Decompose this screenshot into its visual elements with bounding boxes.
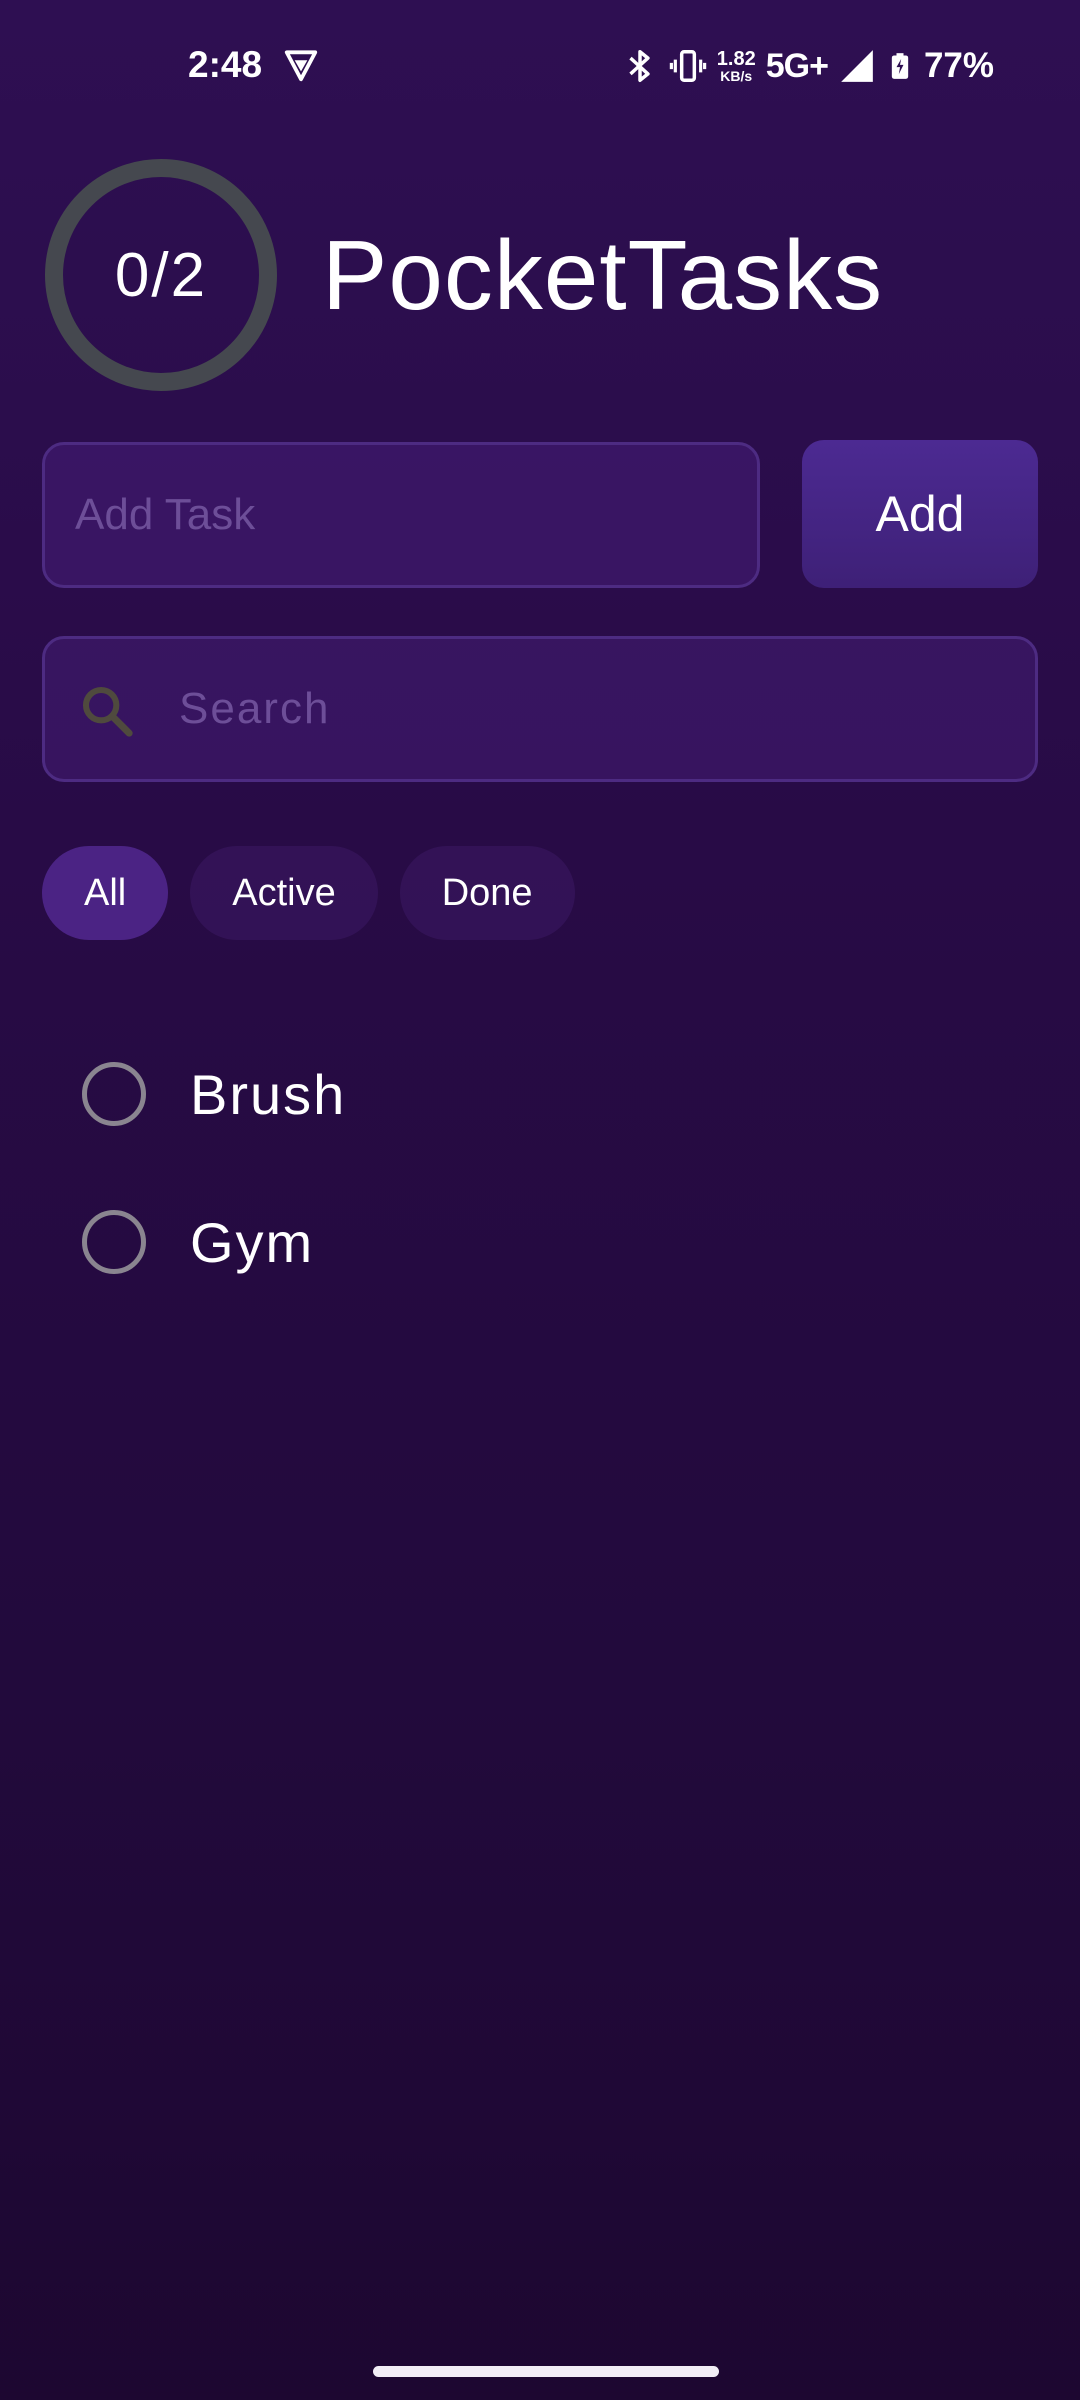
- task-label: Gym: [190, 1210, 315, 1274]
- battery-charging-icon: [891, 53, 909, 79]
- search-input[interactable]: [179, 639, 1019, 779]
- task-checkbox[interactable]: [82, 1210, 146, 1274]
- status-bar: 2:48 1.82 KB/s 5G+ 77%: [0, 0, 1080, 130]
- net-speed-value: 1.82: [716, 48, 756, 70]
- vibrate-icon: [669, 50, 706, 82]
- search-icon: [82, 686, 133, 737]
- filter-all-chip[interactable]: All: [42, 846, 169, 940]
- task-item[interactable]: Gym: [0, 1168, 1080, 1316]
- status-time: 2:48: [188, 44, 263, 85]
- filter-active-chip[interactable]: Active: [190, 846, 378, 940]
- vpn-icon: [284, 50, 318, 82]
- progress-count: 0/2: [114, 240, 208, 310]
- search-bar[interactable]: [42, 636, 1038, 782]
- add-button[interactable]: Add: [802, 440, 1038, 588]
- network-type: 5G+: [765, 46, 829, 85]
- task-item[interactable]: Brush: [0, 1020, 1080, 1168]
- page-title: PocketTasks: [322, 220, 884, 330]
- task-label: Brush: [190, 1062, 347, 1126]
- signal-icon: [841, 50, 873, 82]
- filter-chips: All Active Done: [42, 846, 575, 940]
- net-speed: 1.82 KB/s: [717, 49, 756, 83]
- battery-percent: 77%: [923, 46, 994, 85]
- home-indicator[interactable]: [373, 2366, 719, 2377]
- filter-done-chip[interactable]: Done: [399, 846, 575, 940]
- add-task-input[interactable]: [42, 442, 760, 588]
- bluetooth-icon: [629, 50, 650, 82]
- task-checkbox[interactable]: [82, 1062, 146, 1126]
- net-speed-unit: KB/s: [720, 68, 753, 84]
- status-icons: 1.82 KB/s 5G+ 77%: [621, 42, 994, 90]
- task-list: Brush Gym: [0, 1020, 1080, 1316]
